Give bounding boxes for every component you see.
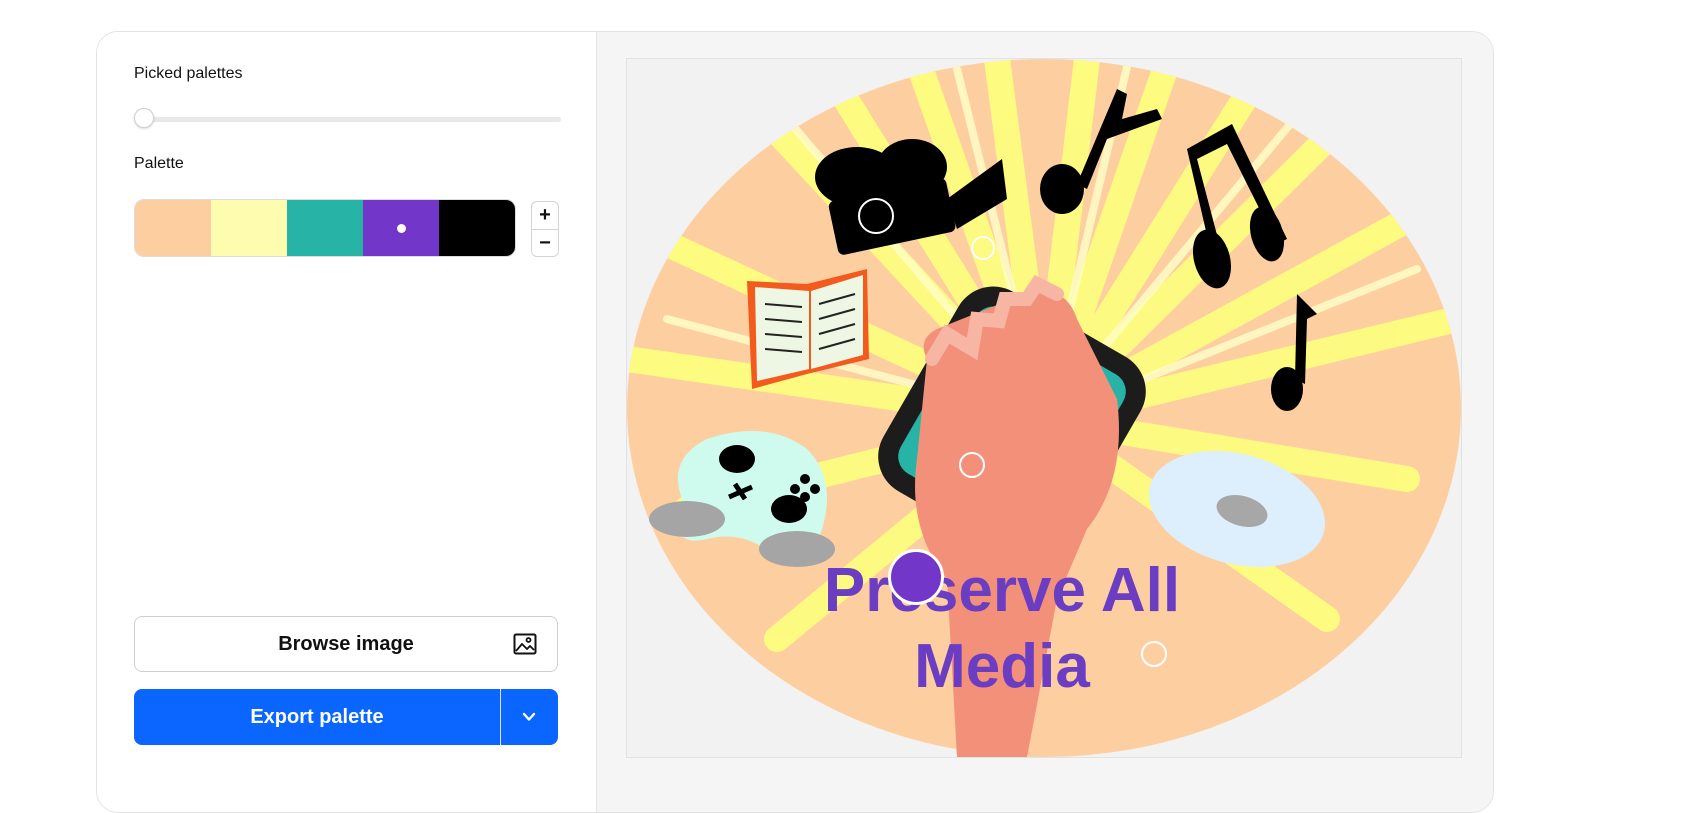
palette-swatch[interactable] <box>439 200 515 256</box>
palette-swatches <box>134 199 516 257</box>
palette-label: Palette <box>134 155 184 172</box>
image-preview-panel: Preserve All Media <box>597 32 1493 812</box>
export-options-button[interactable] <box>501 689 558 745</box>
browse-image-label: Browse image <box>278 633 414 655</box>
export-palette-button[interactable]: Export palette <box>134 689 500 745</box>
svg-text:Media: Media <box>914 632 1090 701</box>
svg-text:Preserve All: Preserve All <box>824 556 1180 625</box>
palette-swatch[interactable] <box>135 200 211 256</box>
uploaded-image: Preserve All Media <box>627 59 1461 757</box>
add-color-button[interactable]: + <box>532 202 558 230</box>
browse-image-button[interactable]: Browse image <box>134 616 558 672</box>
remove-color-button[interactable]: − <box>532 230 558 256</box>
picked-palettes-label: Picked palettes <box>134 65 243 82</box>
picked-palettes-slider-track[interactable] <box>145 117 561 122</box>
image-icon <box>513 633 537 655</box>
image-canvas[interactable]: Preserve All Media <box>626 58 1462 758</box>
picked-palettes-slider-thumb[interactable] <box>134 108 154 128</box>
palette-swatch[interactable] <box>287 200 363 256</box>
selected-swatch-indicator <box>396 223 406 233</box>
color-picker-marker[interactable] <box>858 198 894 234</box>
palette-generator-card: Picked palettes Palette + − Browse image… <box>96 31 1494 813</box>
palette-swatch[interactable] <box>211 200 287 256</box>
color-picker-marker[interactable] <box>959 452 985 478</box>
palette-size-stepper: + − <box>531 201 559 257</box>
chevron-down-icon <box>522 712 536 721</box>
export-palette-group: Export palette <box>134 689 558 745</box>
color-picker-marker[interactable] <box>971 236 995 260</box>
color-picker-marker-selected[interactable] <box>888 549 944 605</box>
controls-panel: Picked palettes Palette + − Browse image… <box>97 32 597 812</box>
palette-swatch[interactable] <box>363 200 439 256</box>
color-picker-marker[interactable] <box>1141 641 1167 667</box>
